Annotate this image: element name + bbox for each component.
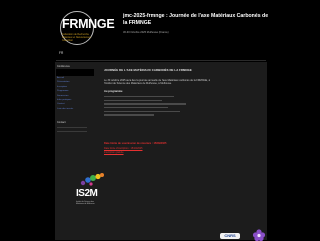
logo-tagline: Fédération de Recherche Matériaux et Nan… xyxy=(62,33,91,42)
top-nav: FR xyxy=(56,50,266,61)
program-line xyxy=(104,114,154,116)
is2m-tagline: Institut de Science des Matériaux de Mul… xyxy=(76,201,95,205)
program-line xyxy=(104,110,180,112)
program-line xyxy=(104,95,174,98)
program-line xyxy=(104,106,168,109)
site-title[interactable]: jmc-2025-frmnge : Journée de l'axe Matér… xyxy=(123,13,273,27)
main-content: JOURNÉE DE L'AXE MATÉRIAUX CARBONÉS DE L… xyxy=(104,68,264,154)
program-heading: Au programme xyxy=(104,89,123,93)
deadline-registration-link[interactable]: Date limite d'inscription : 15/10/2025 xyxy=(104,147,264,150)
page-content: Conférence Accueil Présentation Inscript… xyxy=(55,62,267,241)
partner-flower-icon[interactable] xyxy=(252,229,266,241)
deadline-abstracts: Date limite de soumission de résumés : 1… xyxy=(104,141,167,145)
sidebar-item-active[interactable] xyxy=(56,69,94,76)
sidebar-heading-contact: Contact xyxy=(57,121,66,125)
sidebar-link[interactable]: Liste des inscrits xyxy=(57,107,93,111)
nav-item-home[interactable]: FR xyxy=(59,51,63,55)
frmnge-logo[interactable]: FRMNGE xyxy=(62,17,115,31)
sidebar-divider xyxy=(57,127,87,129)
page-title: JOURNÉE DE L'AXE MATÉRIAUX CARBONÉS DE L… xyxy=(104,68,192,72)
site-date: 30-30 Octobre 2025 Mulhouse (France) xyxy=(123,31,169,34)
sidebar-divider xyxy=(57,131,87,133)
program-list xyxy=(104,95,204,116)
site-header: FRMNGE Fédération de Recherche Matériaux… xyxy=(0,0,320,48)
is2m-logo-icon xyxy=(80,173,104,186)
free-registration-link[interactable]: Inscription gratuite xyxy=(104,151,164,154)
sidebar: Conférence Accueil Présentation Inscript… xyxy=(55,65,95,135)
is2m-logo[interactable]: IS2M xyxy=(76,188,98,199)
program-line xyxy=(104,103,186,105)
intro-paragraph: Le 30 octobre 2025 aura lieu la journée … xyxy=(104,79,210,86)
program-line xyxy=(104,99,162,101)
cnrs-logo[interactable]: CNRS xyxy=(220,233,240,239)
